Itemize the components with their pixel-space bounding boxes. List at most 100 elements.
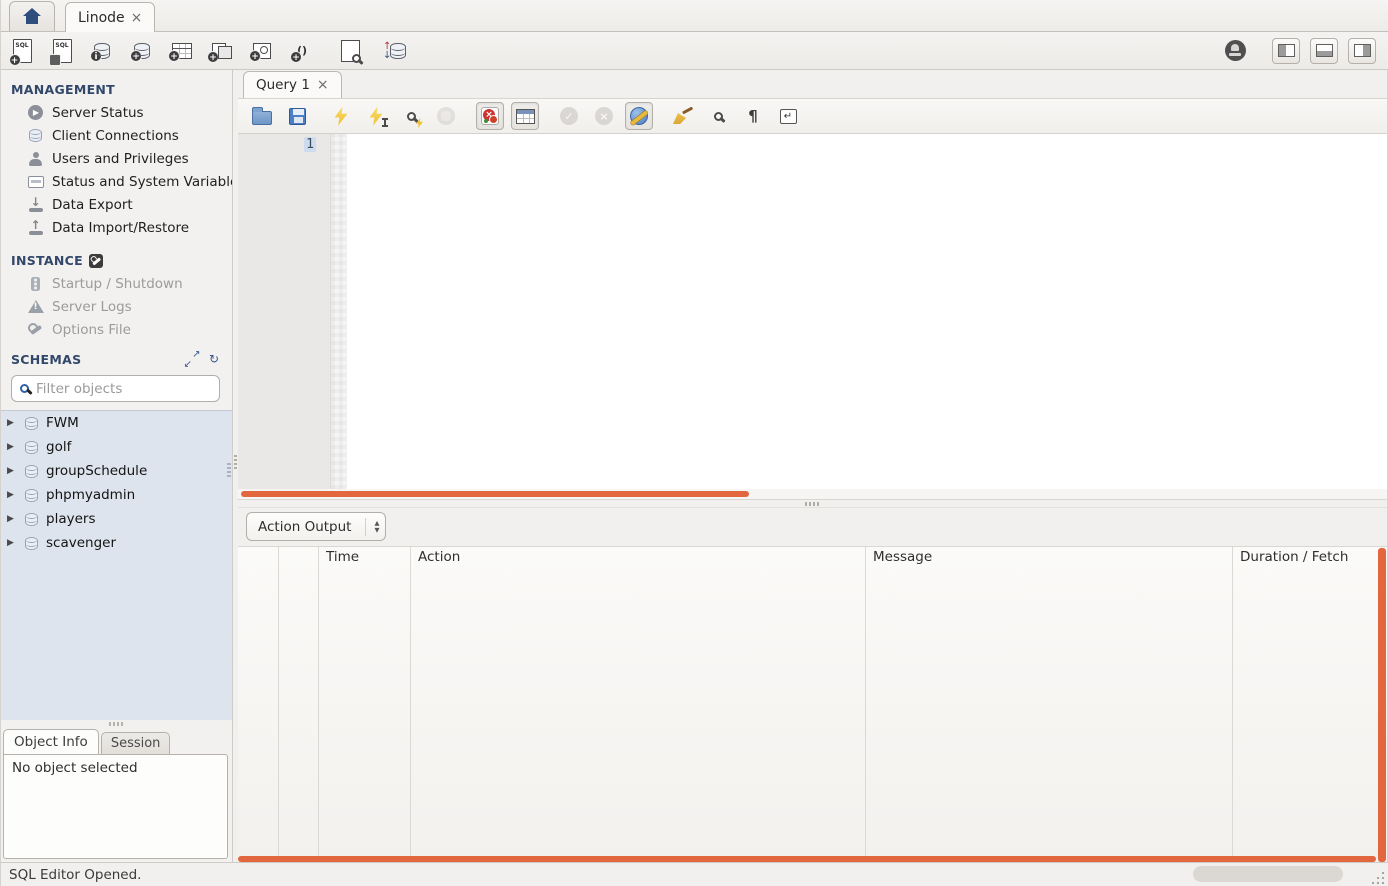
splitter-handle[interactable] (109, 722, 125, 726)
wrap-icon: ↵ (780, 109, 797, 124)
column-message[interactable]: Message (866, 547, 1233, 863)
expander-icon[interactable]: ▶ (7, 538, 17, 548)
execute-current-statement-button[interactable] (362, 102, 390, 130)
create-schema-button[interactable]: + (129, 37, 155, 65)
bottom-scrollbar-thumb[interactable] (1193, 866, 1343, 882)
schema-filter-box[interactable] (11, 375, 220, 402)
close-icon[interactable]: × (317, 78, 329, 92)
schema-filter-input[interactable] (36, 381, 211, 397)
create-procedure-button[interactable]: + (249, 37, 275, 65)
line-number-gutter: 1 (238, 134, 331, 489)
sidebar-item-data-import[interactable]: ↑ Data Import/Restore (11, 216, 232, 239)
output-table-header: Time Action Message Duration / Fetch (238, 546, 1387, 863)
schema-row-fwm[interactable]: ▶ FWM (1, 411, 232, 435)
column-blank-2[interactable] (279, 547, 319, 863)
refresh-schemas-icon[interactable]: ↻ (206, 351, 222, 367)
toggle-autocommit-button[interactable] (625, 102, 653, 130)
close-icon[interactable]: × (131, 11, 143, 25)
column-duration[interactable]: Duration / Fetch (1233, 547, 1387, 863)
data-transfer-button[interactable]: ↑↓ (385, 37, 411, 65)
sidebar-item-startup-shutdown[interactable]: Startup / Shutdown (11, 272, 232, 295)
home-tab[interactable] (9, 1, 55, 31)
commit-button[interactable]: ✓ (555, 102, 583, 130)
save-script-button[interactable] (283, 102, 311, 130)
data-transfer-icon: ↑↓ (390, 43, 406, 59)
management-header: MANAGEMENT (11, 78, 232, 101)
bottom-panel-icon (1316, 44, 1333, 57)
toggle-bottom-panel-button[interactable] (1310, 38, 1338, 64)
expander-icon[interactable]: ▶ (7, 490, 17, 500)
schema-icon (25, 513, 38, 526)
stop-on-error-icon: × (481, 107, 499, 125)
toggle-word-wrap-button[interactable]: ↵ (774, 102, 802, 130)
warning-icon: ! (27, 298, 44, 315)
schema-row-players[interactable]: ▶ players (1, 507, 232, 531)
new-sql-tab-button[interactable]: SQL+ (9, 37, 35, 65)
toggle-left-sidebar-button[interactable] (1272, 38, 1300, 64)
status-text: SQL Editor Opened. (9, 867, 141, 883)
toggle-invisible-characters-button[interactable]: ¶ (739, 102, 767, 130)
sidebar-item-data-export[interactable]: ↓ Data Export (11, 193, 232, 216)
schema-icon (25, 417, 38, 430)
sidebar-item-status-variables[interactable]: Status and System Variables (11, 170, 232, 193)
open-sql-script-button[interactable]: SQL (49, 37, 75, 65)
management-section: MANAGEMENT ▶ Server Status Client Connec… (1, 70, 232, 241)
expander-icon[interactable]: ▶ (7, 466, 17, 476)
execute-script-button[interactable] (327, 102, 355, 130)
output-vertical-scrollbar[interactable] (1378, 548, 1386, 863)
sidebar-item-server-logs[interactable]: ! Server Logs (11, 295, 232, 318)
sql-editor[interactable]: 1 (238, 134, 1387, 489)
autocommit-icon (630, 107, 648, 125)
expand-schemas-icon[interactable]: ↗↙ (184, 351, 200, 367)
toggle-stop-on-error-button[interactable]: × (476, 102, 504, 130)
open-file-button[interactable] (248, 102, 276, 130)
schema-row-groupschedule[interactable]: ▶ groupSchedule (1, 459, 232, 483)
stop-execution-button[interactable] (432, 102, 460, 130)
scrollbar-thumb[interactable] (241, 491, 749, 497)
output-type-select[interactable]: Action Output ▲▼ (246, 512, 386, 541)
rollback-button[interactable]: × (590, 102, 618, 130)
editor-horizontal-scrollbar[interactable] (238, 489, 1387, 499)
connection-tab-linode[interactable]: Linode × (65, 2, 155, 32)
resize-grip[interactable] (1372, 870, 1386, 884)
mysql-workbench-window: Linode × SQL+ SQL i + + + + (0, 0, 1388, 886)
sidebar-item-server-status[interactable]: ▶ Server Status (11, 101, 232, 124)
column-blank-1[interactable] (238, 547, 279, 863)
sidebar-item-users-privileges[interactable]: Users and Privileges (11, 147, 232, 170)
schema-row-scavenger[interactable]: ▶ scavenger (1, 531, 232, 555)
database-info-button[interactable]: i (89, 37, 115, 65)
create-table-button[interactable]: + (169, 37, 195, 65)
create-view-button[interactable]: + (209, 37, 235, 65)
explain-plan-button[interactable] (397, 102, 425, 130)
column-action[interactable]: Action (411, 547, 866, 863)
find-button[interactable] (704, 102, 732, 130)
tab-object-info[interactable]: Object Info (3, 729, 99, 754)
tree-scroll-grip[interactable] (227, 463, 231, 477)
expander-icon[interactable]: ▶ (7, 442, 17, 452)
limit-rows-button[interactable] (511, 102, 539, 130)
schema-row-golf[interactable]: ▶ golf (1, 435, 232, 459)
expander-icon[interactable]: ▶ (7, 418, 17, 428)
sidebar-item-client-connections[interactable]: Client Connections (11, 124, 232, 147)
schema-icon (25, 489, 38, 502)
beautify-script-button[interactable] (669, 102, 697, 130)
schema-row-phpmyadmin[interactable]: ▶ phpmyadmin (1, 483, 232, 507)
schema-icon (25, 441, 38, 454)
toggle-right-sidebar-button[interactable] (1348, 38, 1376, 64)
broom-icon (673, 108, 693, 124)
column-time[interactable]: Time (319, 547, 411, 863)
workbench-status-button[interactable] (1222, 37, 1248, 65)
create-schema-icon: + (134, 43, 150, 59)
schema-filter-wrap (1, 373, 232, 410)
search-table-data-button[interactable] (337, 37, 363, 65)
tab-session[interactable]: Session (101, 732, 171, 754)
editor-text-area[interactable] (347, 134, 1387, 489)
output-splitter[interactable] (238, 499, 1387, 508)
expander-icon[interactable]: ▶ (7, 514, 17, 524)
lightning-cursor-icon (370, 107, 383, 126)
create-function-button[interactable]: () + (289, 37, 315, 65)
query-tab[interactable]: Query 1 × (243, 71, 342, 98)
main-toolbar: SQL+ SQL i + + + + () + (1, 32, 1388, 70)
find-icon (714, 112, 723, 121)
sidebar-item-options-file[interactable]: Options File (11, 318, 232, 341)
